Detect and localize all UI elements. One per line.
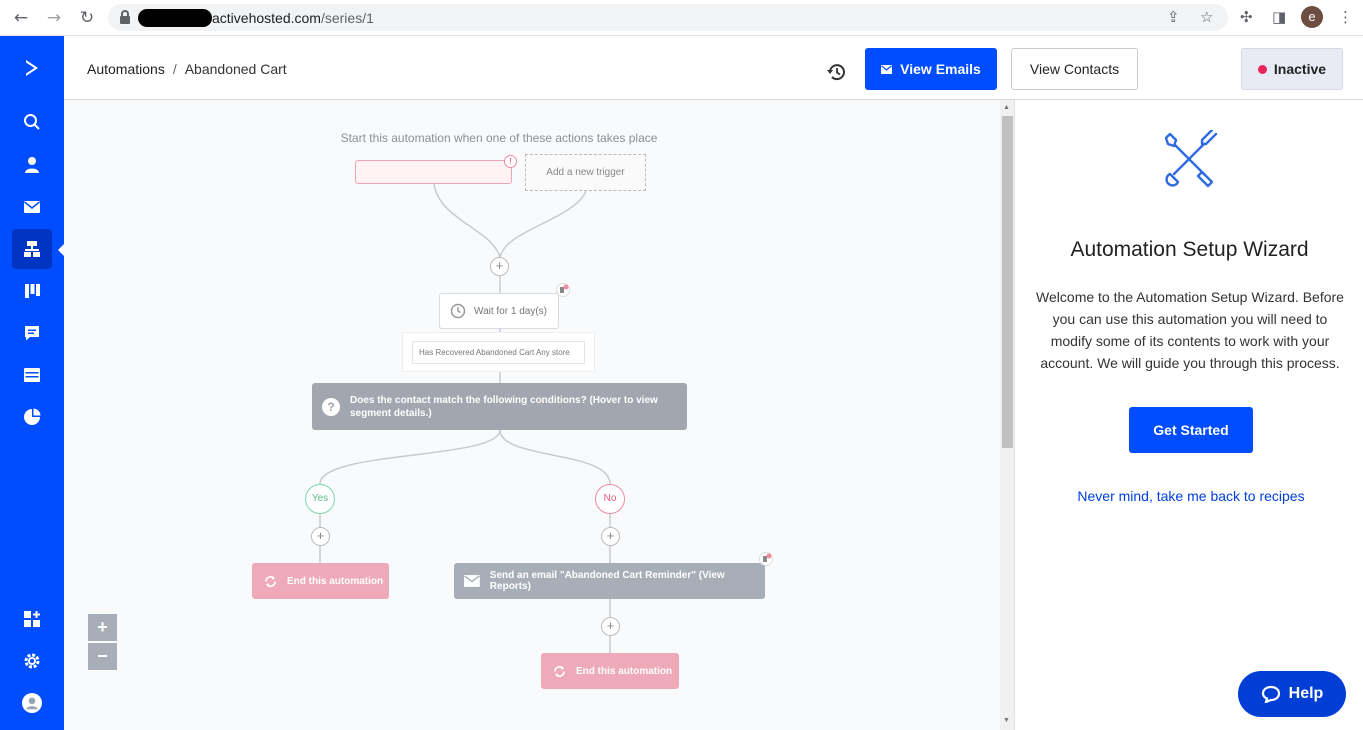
notes-badge-icon[interactable] bbox=[759, 552, 773, 566]
bookmark-star-icon[interactable]: ☆ bbox=[1200, 8, 1213, 26]
chat-bubble-icon bbox=[1261, 685, 1280, 703]
scroll-up-arrow-icon[interactable]: ▲ bbox=[1003, 104, 1010, 111]
search-icon[interactable] bbox=[12, 102, 52, 142]
end-automation-no[interactable]: End this automation bbox=[541, 653, 679, 689]
apps-icon[interactable] bbox=[12, 599, 52, 639]
view-emails-label: View Emails bbox=[900, 61, 981, 77]
mail-icon bbox=[881, 64, 893, 74]
breadcrumb: Automations / Abandoned Cart bbox=[87, 61, 287, 77]
campaigns-mail-icon[interactable] bbox=[12, 187, 52, 227]
status-label: Inactive bbox=[1273, 61, 1327, 77]
trigger-alert-icon: ! bbox=[504, 155, 517, 168]
share-icon[interactable]: ⇪ bbox=[1167, 8, 1180, 26]
forward-arrow-icon[interactable]: → bbox=[43, 7, 65, 29]
zoom-in-button[interactable]: + bbox=[88, 614, 117, 641]
automation-canvas[interactable]: Start this automation when one of these … bbox=[64, 100, 1000, 730]
breadcrumb-current: Abandoned Cart bbox=[184, 61, 287, 77]
end-loop-icon bbox=[554, 665, 565, 677]
settings-gear-icon[interactable] bbox=[12, 641, 52, 681]
zoom-out-button[interactable]: − bbox=[88, 643, 117, 670]
browser-toolbar: ← → ↻ activehosted.com/series/1 ⇪ ☆ ✣ ◨ … bbox=[0, 0, 1363, 36]
wait-label: Wait for 1 day(s) bbox=[474, 305, 547, 317]
end-no-label: End this automation bbox=[576, 665, 673, 677]
breadcrumb-separator: / bbox=[172, 61, 177, 77]
add-action-plus-no[interactable]: + bbox=[601, 527, 620, 546]
history-icon[interactable] bbox=[826, 61, 848, 83]
page-header: Automations / Abandoned Cart View Emails V… bbox=[64, 36, 1363, 100]
side-panel-icon[interactable]: ◨ bbox=[1272, 8, 1286, 26]
contacts-icon[interactable] bbox=[12, 145, 52, 185]
wait-action[interactable]: Wait for 1 day(s) bbox=[439, 293, 559, 329]
add-action-plus-email[interactable]: + bbox=[601, 617, 620, 636]
lock-icon bbox=[120, 10, 130, 24]
branch-no: No bbox=[595, 484, 625, 514]
left-nav bbox=[0, 36, 65, 730]
condition-action[interactable]: ? Does the contact match the following c… bbox=[312, 383, 687, 430]
branch-yes: Yes bbox=[305, 484, 335, 514]
deals-icon[interactable] bbox=[12, 271, 52, 311]
condition-text: Does the contact match the following con… bbox=[350, 394, 658, 419]
browser-menu-icon[interactable]: ⋮ bbox=[1338, 8, 1353, 26]
add-action-plus-yes[interactable]: + bbox=[311, 527, 330, 546]
help-label: Help bbox=[1288, 685, 1324, 702]
scroll-down-arrow-icon[interactable]: ▼ bbox=[1003, 717, 1010, 724]
canvas-scrollbar[interactable]: ▲ ▼ bbox=[1000, 100, 1015, 730]
setup-wizard-panel: Automation Setup Wizard Welcome to the A… bbox=[1016, 100, 1363, 730]
status-dot bbox=[1257, 64, 1267, 74]
send-email-action[interactable]: Send an email "Abandoned Cart Reminder" … bbox=[454, 563, 765, 599]
conversations-icon[interactable] bbox=[12, 313, 52, 353]
redacted-text bbox=[138, 9, 212, 27]
add-trigger-button[interactable]: Add a new trigger bbox=[525, 154, 646, 191]
goal-label: Has Recovered Abandoned Cart Any store bbox=[412, 341, 585, 364]
trigger-slot[interactable] bbox=[355, 160, 512, 184]
notes-badge-icon[interactable] bbox=[556, 283, 570, 297]
view-emails-button[interactable]: View Emails bbox=[865, 48, 997, 90]
logo-icon[interactable] bbox=[12, 48, 52, 88]
automations-icon[interactable] bbox=[12, 229, 52, 269]
end-automation-yes[interactable]: End this automation bbox=[252, 563, 389, 599]
question-icon: ? bbox=[322, 397, 340, 416]
wizard-description: Welcome to the Automation Setup Wizard. … bbox=[1036, 289, 1344, 371]
end-loop-icon bbox=[265, 575, 276, 587]
get-started-button[interactable]: Get Started bbox=[1129, 407, 1253, 453]
clock-icon bbox=[450, 303, 466, 319]
back-arrow-icon[interactable]: ← bbox=[10, 7, 32, 29]
goal-action[interactable]: Has Recovered Abandoned Cart Any store bbox=[402, 332, 595, 372]
address-bar[interactable]: activehosted.com/series/1 bbox=[108, 4, 1228, 31]
back-to-recipes-link[interactable]: Never mind, take me back to recipes bbox=[1016, 488, 1363, 504]
reports-pie-icon[interactable] bbox=[12, 397, 52, 437]
extensions-icon[interactable]: ✣ bbox=[1240, 8, 1253, 26]
profile-avatar[interactable]: e bbox=[1301, 6, 1323, 28]
scrollbar-thumb[interactable] bbox=[1002, 116, 1013, 448]
reload-icon[interactable]: ↻ bbox=[76, 7, 98, 29]
breadcrumb-root[interactable]: Automations bbox=[87, 61, 165, 77]
tools-wrench-screwdriver-icon bbox=[1164, 130, 1218, 188]
email-label: Send an email "Abandoned Cart Reminder" … bbox=[489, 570, 725, 592]
status-toggle-button[interactable]: Inactive bbox=[1241, 48, 1343, 90]
wizard-title: Automation Setup Wizard bbox=[1070, 238, 1309, 261]
help-button[interactable]: Help bbox=[1238, 671, 1346, 717]
view-contacts-button[interactable]: View Contacts bbox=[1011, 48, 1138, 90]
account-avatar-icon[interactable] bbox=[12, 683, 52, 723]
email-icon bbox=[464, 575, 480, 587]
end-yes-label: End this automation bbox=[287, 575, 384, 587]
website-icon[interactable] bbox=[12, 355, 52, 395]
url-text: activehosted.com/series/1 bbox=[212, 10, 374, 26]
add-action-plus[interactable]: + bbox=[490, 257, 509, 276]
trigger-title: Start this automation when one of these … bbox=[340, 131, 658, 145]
